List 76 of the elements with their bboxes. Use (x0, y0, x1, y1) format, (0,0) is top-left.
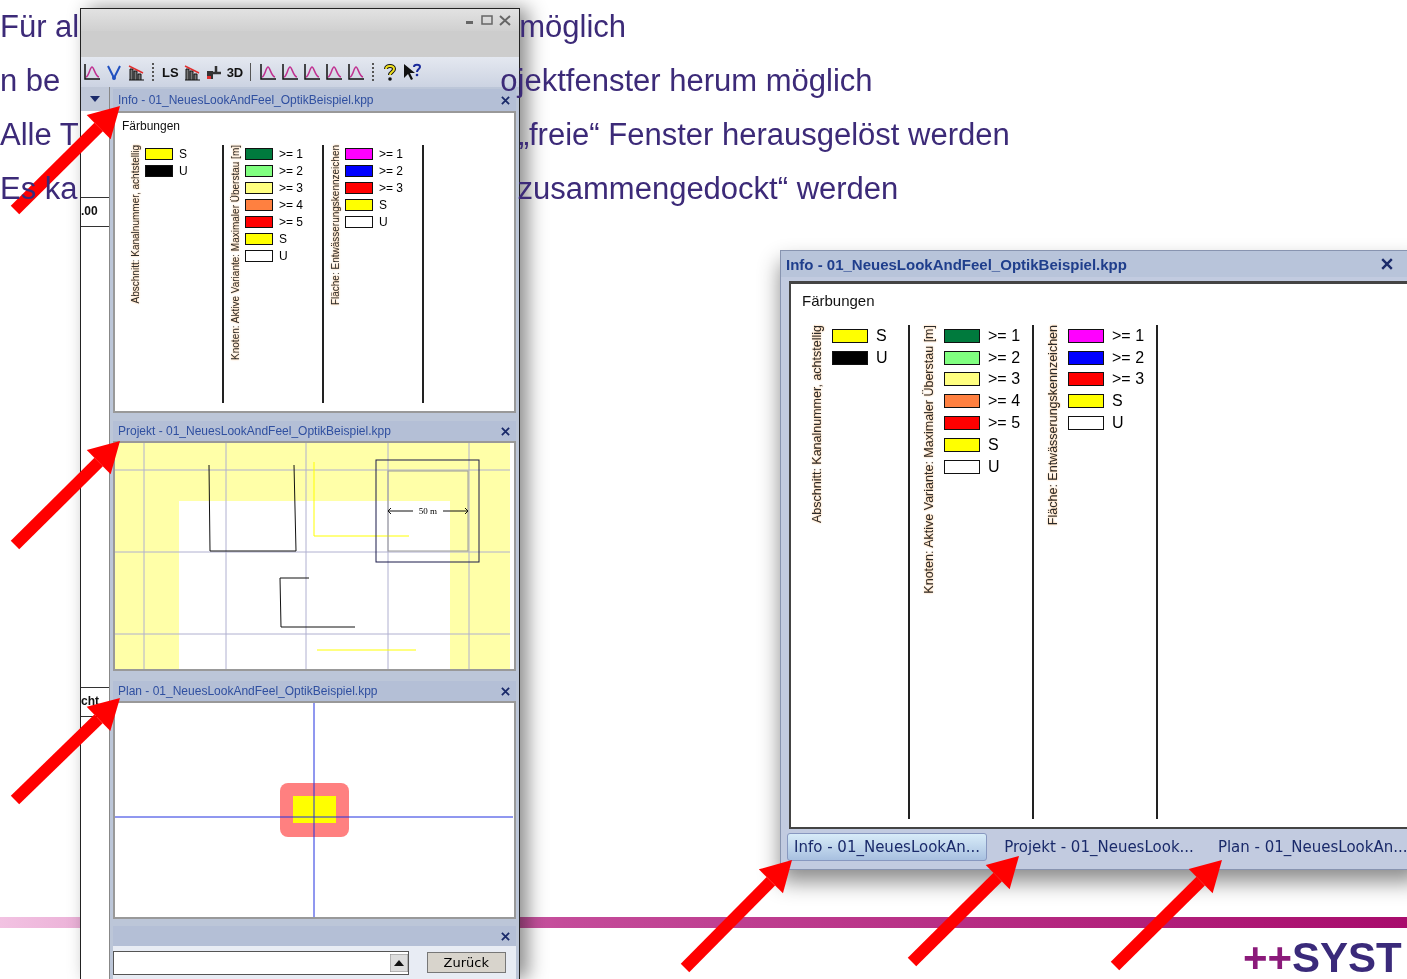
window-tab[interactable]: Plan - 01_NeuesLookAn... (1210, 833, 1407, 861)
bar-chart-icon[interactable] (182, 63, 201, 81)
help-icon[interactable] (382, 63, 399, 81)
legend-item-label: >= 2 (1112, 348, 1145, 367)
legend-group-label: Knoten: Aktive Variante: Maximaler Überstau [m] (230, 145, 241, 360)
legend-heading: Färbungen (802, 292, 876, 309)
console-field[interactable] (113, 950, 409, 975)
legend-item-label: >= 2 (988, 348, 1021, 367)
legend-group-label: Knoten: Aktive Variante: Maximaler Überstau [m] (922, 325, 936, 594)
legend-item-label: >= 4 (279, 197, 304, 212)
legend-item-label: S (279, 231, 287, 246)
curve-chart-icon[interactable] (259, 63, 278, 81)
pointer-help-icon[interactable] (402, 63, 423, 81)
legend-item-label: >= 3 (379, 180, 404, 195)
curve-chart-icon[interactable] (83, 63, 101, 81)
bar-chart-icon[interactable] (127, 63, 145, 81)
scroll-up-icon[interactable] (389, 953, 408, 972)
bullet-text: n be (0, 63, 61, 99)
legend-item-label: >= 3 (1112, 370, 1145, 389)
scale-label: 50 m (418, 506, 438, 516)
legend-item-label: >= 1 (988, 326, 1021, 345)
legend-item-label: U (988, 457, 1000, 476)
pump-icon[interactable] (204, 63, 223, 81)
legend-item-label: U (876, 348, 888, 367)
project-map[interactable]: 50 m (115, 443, 510, 669)
legend-item-label: >= 3 (279, 180, 304, 195)
legend-group-label: Fläche: Entwässerungskennzeichen (1046, 325, 1060, 526)
legend-item-label: >= 3 (988, 370, 1021, 389)
legend-group-label: Fläche: Entwässerungskennzeichen (330, 145, 341, 306)
panel-title: Plan - 01_NeuesLookAndFeel_OptikBeispiel.kpp (118, 684, 378, 698)
legend-item-label: S (379, 197, 387, 212)
toolbar-button[interactable]: LS (162, 64, 179, 80)
legend-item-label: >= 1 (379, 146, 404, 161)
close-icon[interactable] (501, 931, 510, 941)
curve-chart-icon[interactable] (347, 63, 366, 81)
legend-group-label: Abschnitt: Kanalnummer, achtstellig (130, 145, 141, 304)
legend-item-label: U (179, 163, 188, 178)
close-icon[interactable] (1381, 258, 1393, 270)
curve-chart-icon[interactable] (325, 63, 344, 81)
legend-group-label: Abschnitt: Kanalnummer, achtstellig (810, 325, 824, 524)
legend-item-label: >= 1 (1112, 326, 1145, 345)
legend-item-label: S (179, 146, 187, 161)
legend-item-label: >= 2 (379, 163, 404, 178)
dropdown-icon[interactable] (90, 96, 100, 102)
legend-item-label: >= 4 (988, 392, 1021, 411)
window-tab[interactable]: Projekt - 01_NeuesLook... (997, 833, 1201, 861)
network-icon[interactable] (105, 63, 123, 81)
panel-title: Info - 01_NeuesLookAndFeel_OptikBeispiel.kpp (118, 93, 374, 107)
close-icon[interactable] (499, 14, 511, 26)
legend-item-label: S (988, 435, 999, 454)
curve-chart-icon[interactable] (281, 63, 300, 81)
bullet-text: Alle T (0, 117, 79, 153)
close-icon[interactable] (501, 686, 510, 696)
legend-item-label: >= 1 (279, 146, 304, 161)
window-title: Info - 01_NeuesLookAndFeel_OptikBeispiel.kpp (786, 255, 1127, 273)
legend-item-label: S (1112, 392, 1123, 411)
toolbar-button[interactable]: 3D (226, 64, 244, 80)
close-icon[interactable] (501, 426, 510, 436)
curve-chart-icon[interactable] (303, 63, 322, 81)
cell-text: .00 (81, 197, 109, 227)
maximize-icon[interactable] (481, 15, 493, 25)
legend-item-label: S (876, 326, 887, 345)
legend-item-label: >= 5 (988, 414, 1021, 433)
legend-heading: Färbungen (122, 119, 182, 133)
bullet-text: möglich (519, 9, 627, 45)
legend-item-label: >= 2 (279, 163, 304, 178)
window-tab[interactable]: Info - 01_NeuesLookAn... (787, 833, 988, 861)
legend-item-label: >= 5 (279, 214, 304, 229)
bullet-text: „freie“ Fenster herausgelöst werden (518, 117, 1010, 153)
bullet-text: Für al (0, 9, 80, 45)
legend-item-label: U (1112, 414, 1124, 433)
back-button[interactable]: Zurück (426, 952, 506, 973)
legend-item-label: U (279, 248, 288, 263)
panel-title: Projekt - 01_NeuesLookAndFeel_OptikBeispiel.kpp (118, 424, 391, 438)
company-logo: ++SYST (1243, 934, 1402, 979)
legend-item-label: U (379, 214, 388, 229)
